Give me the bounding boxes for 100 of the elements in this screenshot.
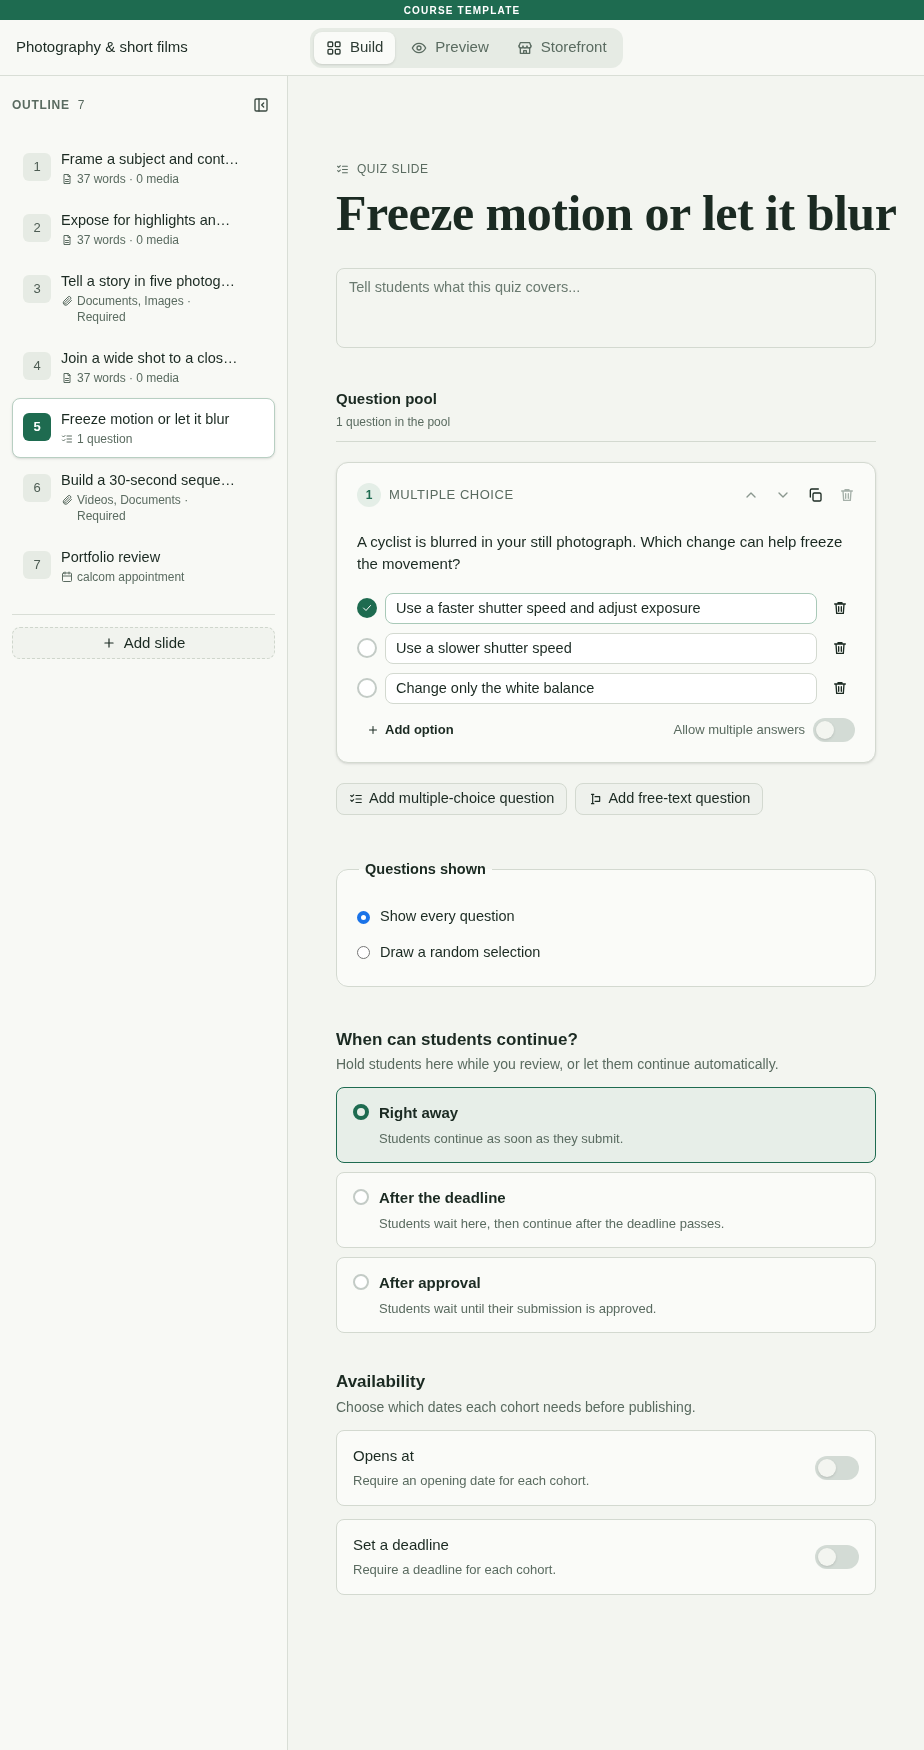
text-cursor-icon bbox=[588, 791, 603, 806]
option-field[interactable]: Use a slower shutter speed bbox=[385, 632, 817, 664]
section-heading: Question pool bbox=[336, 389, 438, 409]
section-subheading: 1 question in the pool bbox=[336, 413, 452, 431]
slide-meta: 37 words · 0 media bbox=[77, 370, 181, 386]
correct-answer-toggle[interactable] bbox=[357, 598, 377, 618]
checklist-icon bbox=[349, 791, 363, 806]
correct-answer-toggle[interactable] bbox=[357, 638, 377, 658]
radio-button[interactable] bbox=[357, 910, 370, 924]
option-description: Students continue as soon as they submit. bbox=[379, 1129, 624, 1148]
option-title: Right away bbox=[379, 1103, 460, 1124]
trash-icon bbox=[832, 640, 848, 656]
option-description: Require an opening date for each cohort. bbox=[353, 1472, 590, 1491]
correct-answer-toggle[interactable] bbox=[357, 678, 377, 698]
slide-number: 5 bbox=[23, 413, 51, 441]
slide-title: Freeze motion or let it blur bbox=[61, 410, 230, 429]
calendar-icon bbox=[61, 571, 73, 583]
option-field[interactable]: Change only the white balance bbox=[385, 672, 817, 704]
slide-meta: Documents, Images · Required bbox=[77, 293, 193, 325]
slide-title: Freeze motion or let it blur bbox=[336, 184, 897, 243]
availability-switch[interactable] bbox=[815, 1455, 859, 1480]
section-heading: Availability bbox=[336, 1371, 427, 1394]
radio-option[interactable]: Draw a random selection bbox=[357, 942, 855, 964]
outline-item[interactable]: 2 Expose for highlights an… 37 words · 0 media bbox=[12, 199, 275, 259]
outline-heading: OUTLINE bbox=[12, 97, 70, 114]
document-icon bbox=[61, 372, 73, 384]
continue-option[interactable]: After approval Students wait until their submission is approved. bbox=[336, 1257, 876, 1334]
paperclip-icon bbox=[61, 494, 73, 506]
multiple-answers-switch[interactable] bbox=[813, 717, 855, 742]
question-prompt: A cyclist is blurred in your still photograph. Which change can help freeze the movement? bbox=[357, 531, 844, 574]
section-subheading: Choose which dates each cohort needs before publishing. bbox=[336, 1397, 697, 1417]
add-question-button[interactable]: Add multiple-choice question bbox=[336, 782, 568, 815]
slide-number: 6 bbox=[23, 474, 51, 502]
section-subheading: Hold students here while you review, or let them continue automatically. bbox=[336, 1055, 780, 1075]
check-icon bbox=[361, 602, 373, 614]
delete-question-button[interactable] bbox=[839, 486, 855, 503]
option-field[interactable]: Use a faster shutter speed and adjust exposure bbox=[385, 592, 817, 624]
section-heading: When can students continue? bbox=[336, 1028, 579, 1051]
slide-meta: 1 question bbox=[77, 431, 134, 447]
sidebar-collapse-icon bbox=[253, 97, 269, 113]
radio-option[interactable]: Show every question bbox=[357, 906, 855, 928]
grid-icon bbox=[326, 39, 342, 56]
slide-number: 2 bbox=[23, 214, 51, 242]
slide-meta: Videos, Documents · Required bbox=[77, 492, 190, 524]
document-icon bbox=[61, 234, 73, 246]
paperclip-icon bbox=[61, 295, 73, 307]
add-option-button[interactable]: Add option bbox=[367, 719, 454, 740]
radio-button[interactable] bbox=[353, 1104, 369, 1121]
toggle-label: Allow multiple answers bbox=[673, 720, 805, 739]
plus-icon bbox=[367, 723, 379, 736]
storefront-icon bbox=[516, 39, 533, 56]
view-tab[interactable]: Storefront bbox=[504, 31, 619, 64]
checklist-icon bbox=[336, 162, 349, 176]
continue-option[interactable]: After the deadline Students wait here, then continue after the deadline passes. bbox=[336, 1172, 876, 1249]
panel-legend: Questions shown bbox=[359, 858, 492, 881]
outline-item[interactable]: 4 Join a wide shot to a clos… 37 words · 0 media bbox=[12, 337, 275, 397]
view-tab[interactable]: Preview bbox=[399, 31, 501, 64]
slide-title: Join a wide shot to a clos… bbox=[61, 349, 238, 368]
slide-number: 1 bbox=[23, 153, 51, 181]
slide-title: Frame a subject and cont… bbox=[61, 150, 240, 169]
collapse-sidebar-button[interactable] bbox=[253, 96, 271, 114]
option-title: After the deadline bbox=[379, 1188, 507, 1209]
duplicate-button[interactable] bbox=[807, 486, 823, 503]
outline-item[interactable]: 6 Build a 30-second seque… Videos, Documents · Required bbox=[12, 459, 275, 535]
option-title: Set a deadline bbox=[353, 1534, 450, 1555]
outline-item[interactable]: 1 Frame a subject and cont… 37 words · 0 media bbox=[12, 138, 275, 198]
outline-item[interactable]: 7 Portfolio review calcom appointment bbox=[12, 536, 275, 596]
slide-type-label: QUIZ SLIDE bbox=[357, 161, 429, 178]
view-tab[interactable]: Build bbox=[314, 31, 396, 64]
question-type: MULTIPLE CHOICE bbox=[389, 485, 514, 504]
slide-title: Build a 30-second seque… bbox=[61, 471, 236, 490]
banner-text: COURSE TEMPLATE bbox=[403, 3, 521, 18]
outline-item[interactable]: 3 Tell a story in five photog… Documents, Images · Required bbox=[12, 260, 275, 336]
option-description: Require a deadline for each cohort. bbox=[353, 1561, 557, 1580]
slide-meta: 37 words · 0 media bbox=[77, 171, 181, 187]
slide-title: Expose for highlights an… bbox=[61, 211, 231, 230]
copy-icon bbox=[807, 486, 823, 503]
continue-option[interactable]: Right away Students continue as soon as they submit. bbox=[336, 1087, 876, 1164]
option-description: Students wait here, then continue after the deadline passes. bbox=[379, 1214, 725, 1233]
option-title: Opens at bbox=[353, 1445, 415, 1466]
question-number: 1 bbox=[357, 482, 381, 507]
trash-icon bbox=[832, 600, 848, 616]
add-question-button[interactable]: Add free-text question bbox=[575, 782, 764, 815]
slide-meta: 37 words · 0 media bbox=[77, 232, 181, 248]
slide-title: Tell a story in five photog… bbox=[61, 272, 236, 291]
add-slide-button[interactable]: Add slide bbox=[12, 627, 275, 659]
slide-title: Portfolio review bbox=[61, 548, 162, 567]
availability-switch[interactable] bbox=[815, 1544, 859, 1569]
slide-number: 3 bbox=[23, 275, 51, 303]
slide-number: 7 bbox=[23, 551, 51, 579]
radio-button[interactable] bbox=[357, 946, 370, 960]
description-field[interactable]: Tell students what this quiz covers... bbox=[336, 268, 876, 348]
document-icon bbox=[61, 173, 73, 185]
outline-count: 7 bbox=[77, 97, 85, 114]
outline-item[interactable]: 5 Freeze motion or let it blur 1 question bbox=[12, 398, 275, 458]
trash-icon bbox=[839, 486, 855, 503]
slide-meta: calcom appointment bbox=[77, 569, 186, 585]
trash-icon bbox=[832, 680, 848, 696]
option-description: Students wait until their submission is approved. bbox=[379, 1299, 657, 1318]
checklist-icon bbox=[61, 433, 73, 445]
